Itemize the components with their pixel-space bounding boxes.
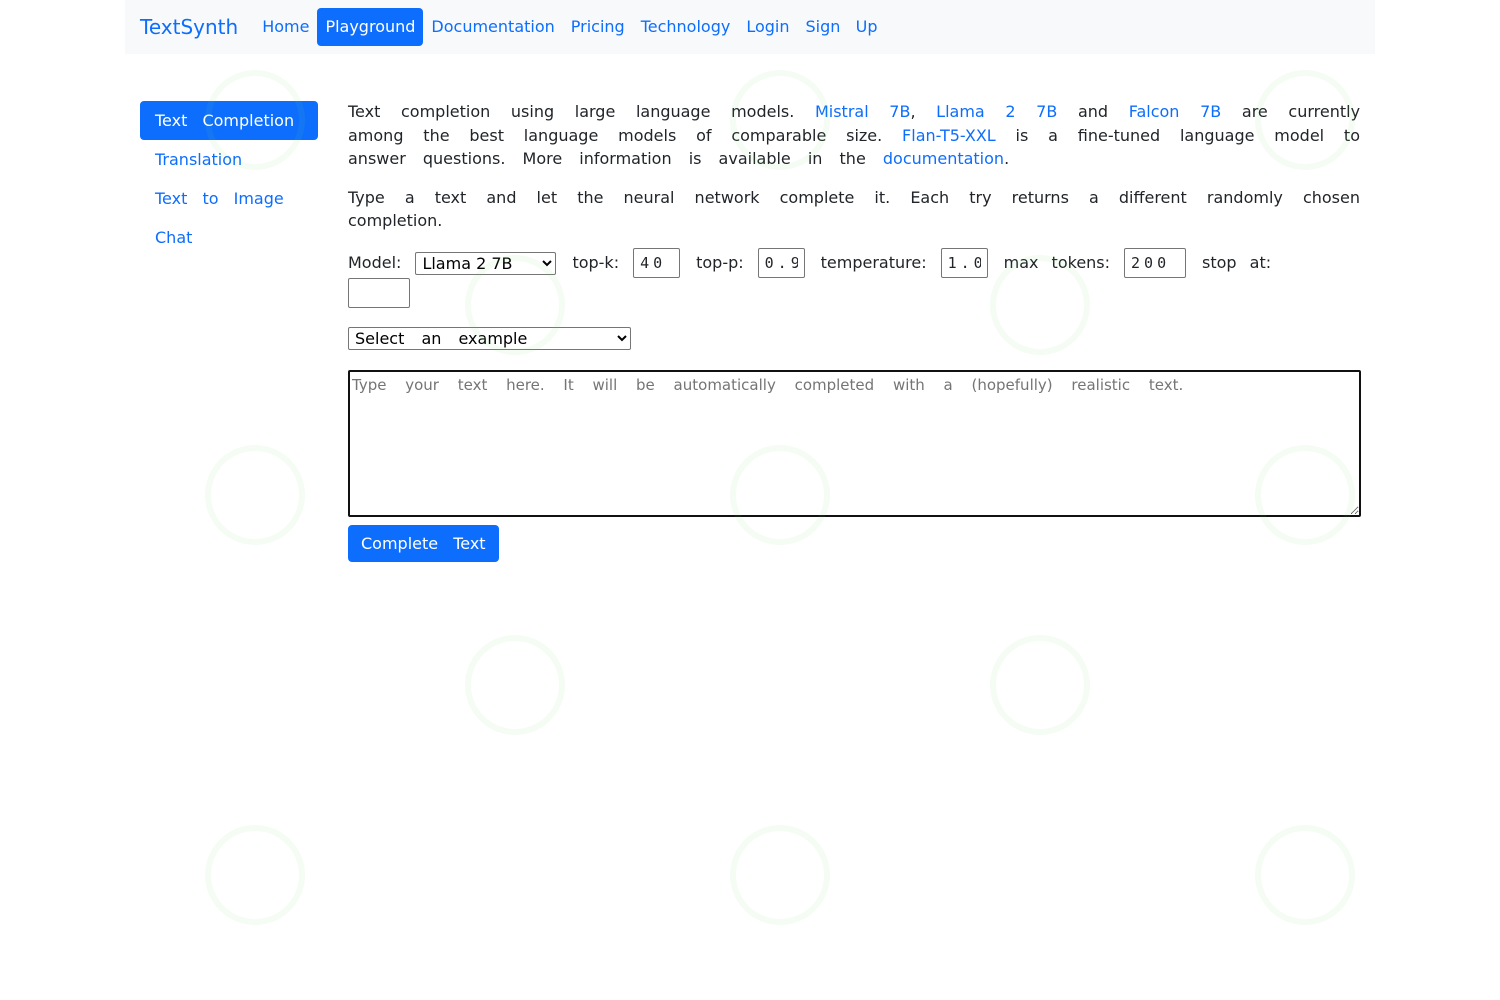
top-k-label: top-k: [572, 252, 620, 272]
watermark-logo-icon [205, 825, 305, 925]
documentation-link[interactable]: documentation [883, 149, 1004, 168]
falcon-link[interactable]: Falcon 7B [1129, 102, 1222, 121]
brand-logo-link[interactable]: TextSynth [140, 15, 238, 39]
sidebar-menu: Text Completion Translation Text to Imag… [140, 101, 318, 257]
prompt-textarea[interactable] [348, 370, 1361, 517]
nav-link-pricing[interactable]: Pricing [563, 8, 633, 46]
watermark-logo-icon [990, 635, 1090, 735]
temperature-input[interactable] [940, 248, 988, 278]
sidebar-item-chat[interactable]: Chat [140, 218, 318, 257]
nav-link-documentation[interactable]: Documentation [423, 8, 562, 46]
max-tokens-label: max tokens: [1003, 252, 1111, 272]
intro-text: Text completion using large language mod… [348, 102, 815, 121]
top-k-input[interactable] [633, 248, 681, 278]
intro-paragraph: Text completion using large language mod… [348, 100, 1360, 171]
watermark-logo-icon [465, 635, 565, 735]
nav-link-technology[interactable]: Technology [633, 8, 739, 46]
watermark-logo-icon [205, 445, 305, 545]
max-tokens-input[interactable] [1124, 248, 1187, 278]
nav-link-home[interactable]: Home [254, 8, 317, 46]
model-label: Model: [348, 252, 402, 272]
top-p-input[interactable] [757, 248, 805, 278]
example-select[interactable]: Select an example [348, 327, 631, 350]
mistral-link[interactable]: Mistral 7B [815, 102, 910, 121]
parameter-controls: Model: Llama 2 7B top-k: top-p: temperature:… [348, 248, 1360, 308]
intro-text: and [1057, 102, 1129, 121]
watermark-logo-icon [730, 825, 830, 925]
nav-link-playground[interactable]: Playground [317, 8, 424, 46]
sidebar-item-text-to-image[interactable]: Text to Image [140, 179, 318, 218]
complete-text-button[interactable]: Complete Text [348, 525, 499, 562]
nav-link-login[interactable]: Login [738, 8, 797, 46]
main-content: Text completion using large language mod… [348, 100, 1361, 562]
flan-t5-link[interactable]: Flan-T5-XXL [902, 126, 996, 145]
intro-text: , [910, 102, 937, 121]
stop-at-input[interactable] [348, 278, 410, 308]
page: TextSynth Home Playground Documentation … [0, 0, 1500, 1000]
intro-text: . [1004, 149, 1010, 168]
watermark-logo-icon [1255, 825, 1355, 925]
sidebar-item-text-completion[interactable]: Text Completion [140, 101, 318, 140]
stop-at-label: stop at: [1202, 252, 1272, 272]
nav-link-sign-up[interactable]: Sign Up [798, 8, 886, 46]
sidebar-item-translation[interactable]: Translation [140, 140, 318, 179]
temperature-label: temperature: [820, 252, 927, 272]
instructions-paragraph: Type a text and let the neural network c… [348, 187, 1360, 231]
top-p-label: top-p: [696, 252, 744, 272]
llama-link[interactable]: Llama 2 7B [936, 102, 1057, 121]
top-navbar: TextSynth Home Playground Documentation … [125, 0, 1375, 54]
model-select[interactable]: Llama 2 7B [415, 251, 557, 275]
